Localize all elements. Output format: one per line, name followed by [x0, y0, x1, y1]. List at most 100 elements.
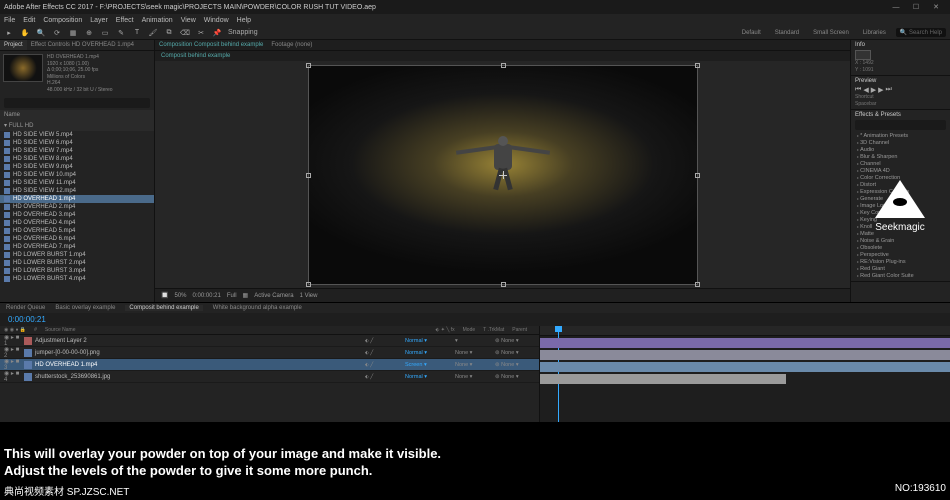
menu-window[interactable]: Window	[204, 17, 229, 24]
project-item[interactable]: HD OVERHEAD 6.mp4	[0, 235, 154, 243]
effects-category[interactable]: Audio	[855, 146, 946, 153]
effects-category[interactable]: 3D Channel	[855, 139, 946, 146]
effects-category[interactable]: Perspective	[855, 251, 946, 258]
zoom-tool-icon[interactable]: 🔍	[36, 28, 46, 38]
transform-handle[interactable]	[306, 173, 311, 178]
menu-help[interactable]: Help	[237, 17, 251, 24]
tl-tab-composit[interactable]: Composit behind example	[125, 305, 202, 311]
effects-category[interactable]: Red Giant Color Suite	[855, 272, 946, 279]
zoom-dropdown[interactable]: 50%	[174, 293, 186, 299]
project-item[interactable]: HD SIDE VIEW 10.mp4	[0, 171, 154, 179]
transform-handle[interactable]	[501, 282, 506, 287]
text-tool-icon[interactable]: T	[132, 28, 142, 38]
timeline-tracks[interactable]	[540, 326, 950, 422]
project-item[interactable]: HD SIDE VIEW 5.mp4	[0, 131, 154, 139]
timeline-layer-row[interactable]: ◉ ▸ ■ 4shutterstock_253690861.jpg⬖ ╱Norm…	[0, 371, 539, 383]
project-item[interactable]: HD SIDE VIEW 9.mp4	[0, 163, 154, 171]
comp-tab-footage[interactable]: Footage (none)	[271, 42, 312, 48]
brush-tool-icon[interactable]: 🖌	[148, 28, 158, 38]
pan-behind-tool-icon[interactable]: ⊕	[84, 28, 94, 38]
stamp-tool-icon[interactable]: ⧉	[164, 28, 174, 38]
timeline-layer-row[interactable]: ◉ ▸ ■ 1Adjustment Layer 2⬖ ╱Normal ▾ ▾⊚ …	[0, 335, 539, 347]
anchor-point-icon[interactable]	[499, 171, 507, 179]
project-item[interactable]: HD SIDE VIEW 7.mp4	[0, 147, 154, 155]
tab-project[interactable]: Project	[0, 40, 27, 50]
project-item[interactable]: HD SIDE VIEW 11.mp4	[0, 179, 154, 187]
minimize-button[interactable]: —	[886, 4, 906, 11]
effects-category[interactable]: Obsolete	[855, 244, 946, 251]
play-icon[interactable]: ▶	[871, 86, 876, 94]
timeline-ruler[interactable]	[540, 326, 950, 336]
project-folder[interactable]: ▾ FULL HD	[0, 120, 154, 131]
prev-frame-icon[interactable]: ◀	[863, 86, 868, 94]
effects-category[interactable]: * Animation Presets	[855, 132, 946, 139]
tl-tab-basic[interactable]: Basic overlay example	[55, 305, 115, 311]
eraser-tool-icon[interactable]: ⌫	[180, 28, 190, 38]
project-item[interactable]: HD OVERHEAD 3.mp4	[0, 211, 154, 219]
project-item[interactable]: HD SIDE VIEW 6.mp4	[0, 139, 154, 147]
workspace-standard[interactable]: Standard	[771, 30, 803, 36]
time-display[interactable]: 0:00:00:21	[193, 293, 221, 299]
workspace-libraries[interactable]: Libraries	[859, 30, 890, 36]
effects-category[interactable]: CINEMA 4D	[855, 167, 946, 174]
selection-tool-icon[interactable]: ▸	[4, 28, 14, 38]
clip-bar[interactable]	[540, 374, 786, 384]
next-frame-icon[interactable]: ▶	[878, 86, 883, 94]
menu-layer[interactable]: Layer	[90, 17, 108, 24]
menu-animation[interactable]: Animation	[142, 17, 173, 24]
project-item[interactable]: HD OVERHEAD 7.mp4	[0, 243, 154, 251]
magnify-icon[interactable]: 🔲	[161, 292, 168, 299]
tl-tab-render[interactable]: Render Queue	[6, 305, 45, 311]
project-item[interactable]: HD LOWER BURST 1.mp4	[0, 251, 154, 259]
maximize-button[interactable]: ☐	[906, 3, 926, 11]
transform-handle[interactable]	[306, 63, 311, 68]
rotate-tool-icon[interactable]: ⟳	[52, 28, 62, 38]
clip-bar[interactable]	[540, 362, 950, 372]
transform-handle[interactable]	[695, 282, 700, 287]
effects-category[interactable]: Red Giant	[855, 265, 946, 272]
first-frame-icon[interactable]: ⏮	[855, 86, 861, 94]
menu-edit[interactable]: Edit	[23, 17, 35, 24]
timeline-timecode[interactable]: 0:00:00:21	[0, 313, 950, 326]
comp-breadcrumb[interactable]: Composit behind example	[155, 51, 850, 61]
project-name-column[interactable]: Name	[0, 110, 154, 120]
transform-handle[interactable]	[306, 282, 311, 287]
composition-viewer[interactable]	[155, 61, 850, 288]
clip-bar[interactable]	[540, 338, 950, 348]
effects-category[interactable]: Channel	[855, 160, 946, 167]
project-item[interactable]: HD SIDE VIEW 8.mp4	[0, 155, 154, 163]
project-search-input[interactable]	[4, 98, 150, 108]
pen-tool-icon[interactable]: ✎	[116, 28, 126, 38]
effects-category[interactable]: Blur & Sharpen	[855, 153, 946, 160]
tab-effect-controls[interactable]: Effect Controls HD OVERHEAD 1.mp4	[27, 40, 138, 50]
menu-file[interactable]: File	[4, 17, 15, 24]
timeline-layer-row[interactable]: ◉ ▸ ■ 2jumper-[0-00-00-00].png⬖ ╱Normal …	[0, 347, 539, 359]
workspace-default[interactable]: Default	[738, 30, 765, 36]
menu-composition[interactable]: Composition	[43, 17, 82, 24]
view-dropdown[interactable]: 1 View	[300, 293, 318, 299]
grid-icon[interactable]: ▦	[243, 292, 249, 299]
search-help-input[interactable]: 🔍 Search Help	[896, 28, 946, 37]
menu-effect[interactable]: Effect	[116, 17, 134, 24]
camera-tool-icon[interactable]: ▦	[68, 28, 78, 38]
last-frame-icon[interactable]: ⏭	[885, 86, 891, 94]
project-item[interactable]: HD OVERHEAD 1.mp4	[0, 195, 154, 203]
effects-search-input[interactable]	[855, 120, 946, 130]
hand-tool-icon[interactable]: ✋	[20, 28, 30, 38]
project-item[interactable]: HD LOWER BURST 3.mp4	[0, 267, 154, 275]
project-item[interactable]: HD LOWER BURST 4.mp4	[0, 275, 154, 283]
project-item[interactable]: HD OVERHEAD 4.mp4	[0, 219, 154, 227]
canvas[interactable]	[308, 65, 698, 285]
clip-bar[interactable]	[540, 350, 950, 360]
puppet-tool-icon[interactable]: 📌	[212, 28, 222, 38]
effects-category[interactable]: Noise & Grain	[855, 237, 946, 244]
transform-handle[interactable]	[695, 173, 700, 178]
snapping-toggle[interactable]: Snapping	[228, 29, 258, 36]
roto-tool-icon[interactable]: ✂	[196, 28, 206, 38]
menu-view[interactable]: View	[181, 17, 196, 24]
resolution-dropdown[interactable]: Full	[227, 293, 237, 299]
project-item[interactable]: HD LOWER BURST 2.mp4	[0, 259, 154, 267]
project-item[interactable]: HD SIDE VIEW 12.mp4	[0, 187, 154, 195]
shortcut-value[interactable]: Spacebar	[855, 101, 946, 108]
camera-dropdown[interactable]: Active Camera	[254, 293, 293, 299]
